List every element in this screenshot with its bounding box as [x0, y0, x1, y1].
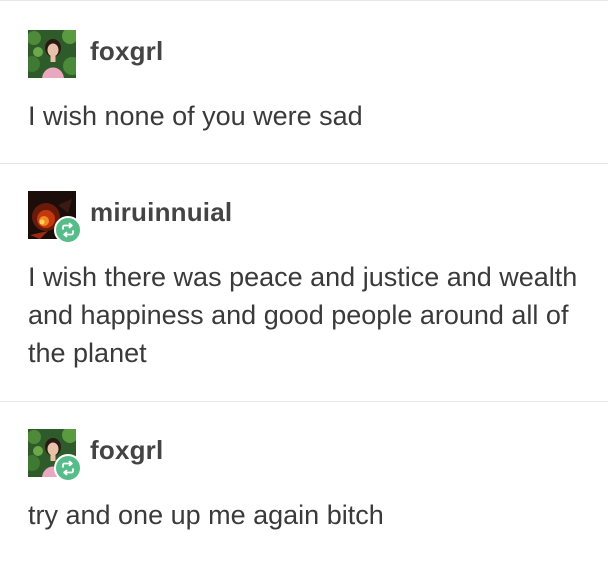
divider-top: [0, 0, 608, 1]
username[interactable]: foxgrl: [90, 435, 163, 466]
username[interactable]: miruinnuial: [90, 197, 232, 228]
divider: [0, 163, 608, 164]
post-header: foxgrl: [28, 429, 580, 482]
post-1: foxgrl I wish none of you were sad: [0, 30, 608, 135]
post-header: foxgrl: [28, 30, 580, 80]
post-text: I wish there was peace and justice and w…: [28, 262, 578, 368]
divider: [0, 401, 608, 402]
post-header: miruinnuial: [28, 191, 580, 244]
reblog-thread: foxgrl I wish none of you were sad mirui…: [0, 0, 608, 573]
user-avatar-portrait[interactable]: [28, 30, 76, 78]
post-3: foxgrl try and one up me again bitch: [0, 429, 608, 534]
post-2: miruinnuial I wish there was peace and j…: [0, 191, 608, 372]
reblog-icon: [54, 454, 82, 482]
reblog-icon: [54, 216, 82, 244]
post-text: try and one up me again bitch: [28, 500, 384, 530]
username[interactable]: foxgrl: [90, 36, 163, 67]
post-text: I wish none of you were sad: [28, 101, 363, 131]
